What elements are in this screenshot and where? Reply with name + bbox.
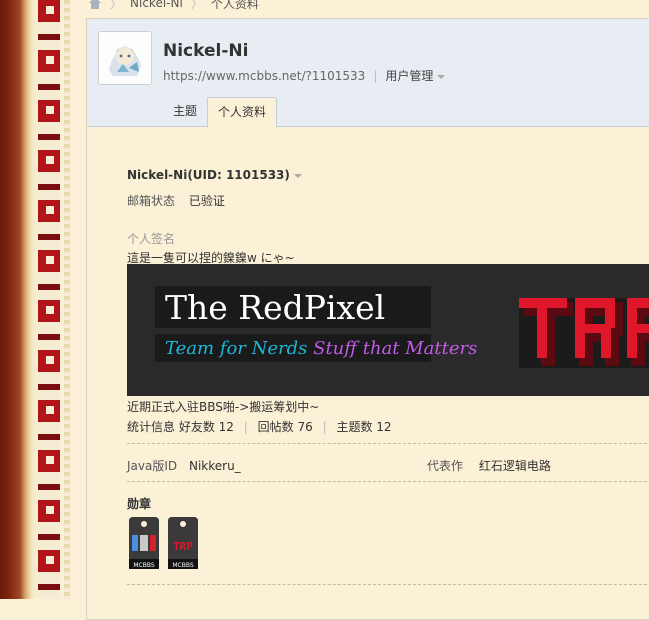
tab-profile[interactable]: 个人资料 — [207, 97, 278, 128]
user-url[interactable]: https://www.mcbbs.net/?1101533 — [163, 69, 365, 83]
medal-redstone[interactable]: MCBBS — [129, 517, 159, 569]
email-value: 已验证 — [188, 194, 225, 208]
breadcrumb-separator: 〉 — [190, 0, 203, 11]
uid-line: Nickel-Ni(UID: 1101533) — [127, 168, 302, 182]
friends-count[interactable]: 好友数 12 — [179, 420, 234, 434]
email-row: 邮箱状态 已验证 — [127, 192, 225, 209]
banner-subtitle-part2: Stuff that Matters — [313, 338, 478, 359]
user-name: Nickel-Ni — [163, 41, 249, 61]
threads-count[interactable]: 主题数 12 — [336, 420, 391, 434]
signature-label: 个人签名 — [127, 232, 176, 246]
stats-label: 统计信息 — [127, 420, 176, 434]
trp-logo-icon — [519, 298, 649, 368]
profile-tabs: 主题 个人资料 — [163, 97, 278, 128]
decorative-border — [0, 0, 86, 599]
profile-note: 近期正式入驻BBS啪->搬运筹划中~ — [127, 400, 320, 414]
stats-row: 统计信息 好友数 12 | 回帖数 76 | 主题数 12 — [127, 418, 392, 435]
section-divider — [127, 584, 649, 585]
section-divider — [127, 443, 649, 444]
breadcrumb-separator: 〉 — [110, 0, 123, 11]
uid-text: Nickel-Ni(UID: 1101533) — [127, 168, 290, 182]
email-label: 邮箱状态 — [127, 194, 176, 208]
section-divider — [127, 481, 649, 482]
divider: | — [322, 420, 327, 434]
tab-threads[interactable]: 主题 — [163, 97, 207, 125]
replies-count[interactable]: 回帖数 76 — [258, 420, 313, 434]
java-id-label: Java版ID — [127, 459, 178, 473]
chevron-down-icon[interactable] — [293, 173, 302, 178]
pixel-brick-notch — [46, 0, 54, 599]
work-label: 代表作 — [427, 459, 464, 473]
medal-caption: MCBBS — [133, 562, 154, 569]
java-id-row: Java版ID Nikkeru_ — [127, 457, 241, 474]
banner-subtitle-part1: Team for Nerds — [165, 338, 308, 359]
divider: | — [373, 68, 378, 83]
banner-title: The RedPixel — [165, 288, 386, 327]
banner-subtitle: Team for Nerds Stuff that Matters — [165, 338, 477, 359]
medals-label: 勋章 — [127, 497, 152, 511]
work-row: 代表作 红石逻辑电路 — [427, 457, 551, 474]
divider: | — [243, 420, 248, 434]
medal-caption: MCBBS — [172, 562, 193, 569]
breadcrumb-current: 个人资料 — [210, 0, 259, 11]
home-icon[interactable] — [88, 0, 102, 9]
user-meta-row: https://www.mcbbs.net/?1101533 | 用户管理 — [163, 67, 446, 84]
breadcrumb: 〉 Nickel-Ni 〉 个人资料 — [88, 0, 259, 12]
signature-banner[interactable]: The RedPixel Team for Nerds Stuff that M… — [127, 264, 649, 396]
medal-trp[interactable]: TRP MCBBS — [168, 517, 198, 569]
user-manage-label: 用户管理 — [385, 69, 434, 83]
breadcrumb-user[interactable]: Nickel-Ni — [130, 0, 183, 10]
java-id-value: Nikkeru_ — [188, 459, 241, 473]
work-value: 红石逻辑电路 — [478, 459, 551, 473]
profile-header: Nickel-Ni https://www.mcbbs.net/?1101533… — [87, 19, 649, 128]
chevron-down-icon — [437, 74, 446, 79]
medal-trp-text: TRP — [173, 540, 193, 553]
avatar[interactable] — [98, 31, 152, 85]
border-edge — [64, 0, 70, 599]
user-manage-menu[interactable]: 用户管理 — [385, 67, 446, 84]
